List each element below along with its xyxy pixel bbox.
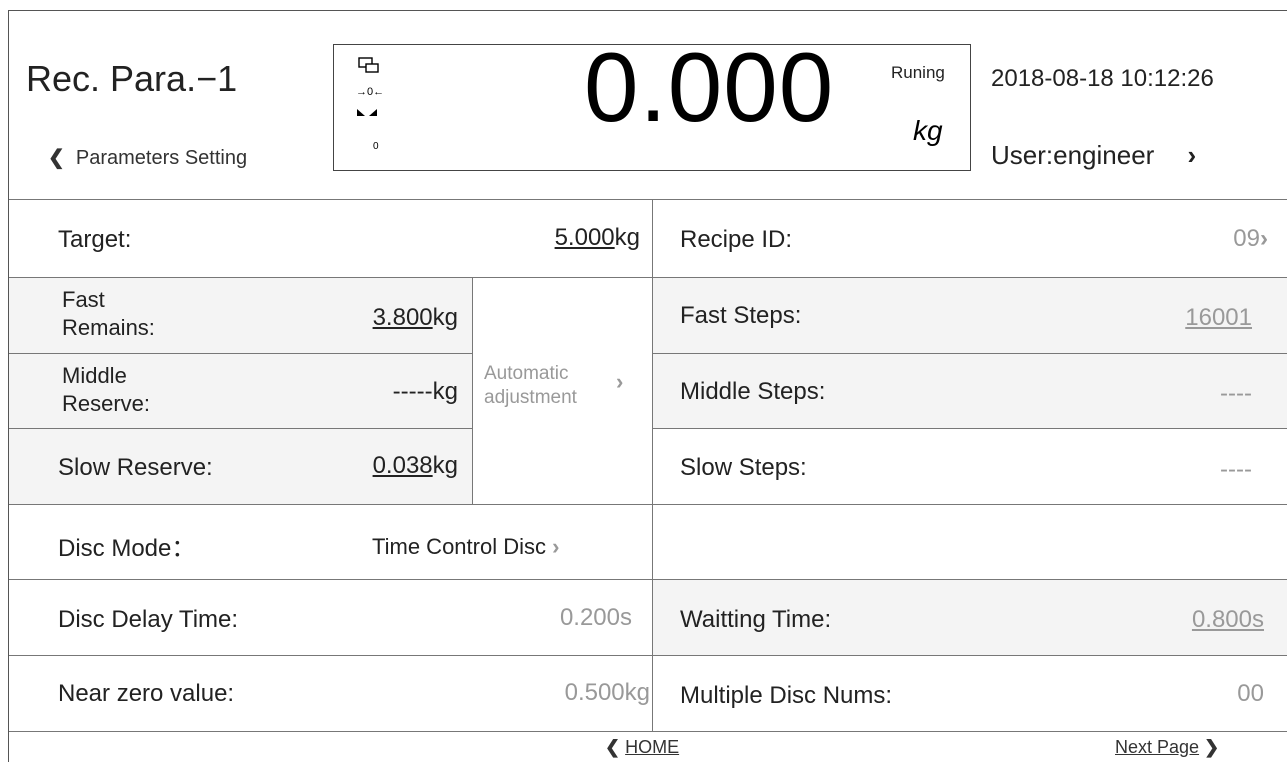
target-label: Target: bbox=[58, 226, 132, 253]
divider bbox=[9, 504, 1287, 505]
chevron-right-icon: › bbox=[552, 534, 560, 559]
middle-reserve-unit: kg bbox=[432, 378, 458, 405]
divider bbox=[9, 353, 472, 354]
page-title: Rec. Para.−1 bbox=[26, 58, 238, 99]
disc-delay-value[interactable]: 0.200s bbox=[440, 604, 632, 632]
fast-remains-field[interactable]: 3.800kg bbox=[300, 304, 458, 332]
chevron-left-icon: ❮ bbox=[605, 737, 621, 757]
middle-reserve-label: Middle Reserve: bbox=[62, 363, 151, 416]
recipe-id-field[interactable]: 09› bbox=[1100, 225, 1268, 253]
slow-reserve-field[interactable]: 0.038kg bbox=[300, 452, 458, 480]
slow-reserve-label: Slow Reserve: bbox=[58, 454, 213, 481]
weight-unit: kg bbox=[913, 115, 943, 146]
chevron-right-icon: › bbox=[1187, 140, 1197, 170]
target-field[interactable]: 5.000kg bbox=[440, 224, 640, 252]
fast-remains-unit: kg bbox=[432, 304, 458, 331]
disc-mode-value: Time Control Disc bbox=[372, 534, 546, 559]
divider bbox=[472, 277, 473, 504]
recipe-id-label: Recipe ID: bbox=[680, 226, 793, 253]
multiple-disc-label: Multiple Disc Nums: bbox=[680, 682, 893, 709]
slow-reserve-unit: kg bbox=[432, 452, 458, 479]
near-zero-value[interactable]: 0.500kg bbox=[440, 679, 650, 707]
chevron-right-icon: ❯ bbox=[1204, 737, 1220, 757]
multiple-disc-value[interactable]: 00 bbox=[1100, 680, 1264, 708]
waiting-time-value[interactable]: 0.800s bbox=[1080, 606, 1264, 634]
fast-remains-label: Fast Remains: bbox=[62, 287, 155, 340]
divider bbox=[652, 199, 653, 731]
chevron-left-icon: ❮ bbox=[48, 147, 65, 169]
middle-reserve-value: ----- bbox=[392, 378, 433, 405]
monitor-icon bbox=[358, 57, 379, 73]
middle-steps-value[interactable]: ---- bbox=[1080, 380, 1252, 408]
home-link[interactable]: ❮ HOME bbox=[605, 737, 679, 758]
automatic-adjustment-button[interactable]: Automatic adjustment › bbox=[484, 362, 644, 410]
slow-reserve-value: 0.038 bbox=[372, 452, 433, 479]
stable-icon bbox=[357, 109, 377, 116]
divider bbox=[9, 655, 1287, 656]
chevron-right-icon: › bbox=[616, 369, 624, 394]
next-page-label: Next Page bbox=[1115, 737, 1200, 757]
disc-mode-label: Disc Mode： bbox=[58, 535, 196, 562]
recipe-id-value: 09 bbox=[1233, 225, 1260, 252]
status-text: Runing bbox=[891, 63, 945, 82]
divider bbox=[652, 428, 1287, 429]
divider bbox=[9, 579, 1287, 580]
divider bbox=[9, 428, 472, 429]
range-indicator: 0 bbox=[373, 141, 379, 152]
slow-steps-value[interactable]: ---- bbox=[1080, 456, 1252, 484]
disc-mode-select[interactable]: Time Control Disc › bbox=[372, 534, 559, 560]
slow-steps-label: Slow Steps: bbox=[680, 454, 807, 481]
divider bbox=[9, 199, 1287, 200]
weight-value: 0.000 bbox=[584, 32, 835, 142]
next-page-link[interactable]: Next Page ❯ bbox=[1115, 737, 1219, 758]
middle-steps-label: Middle Steps: bbox=[680, 378, 826, 405]
divider bbox=[9, 731, 1287, 732]
fast-steps-value[interactable]: 16001 bbox=[1080, 304, 1252, 332]
near-zero-label: Near zero value: bbox=[58, 680, 235, 707]
target-value: 5.000 bbox=[554, 224, 615, 251]
chevron-right-icon: › bbox=[1260, 225, 1268, 252]
disc-delay-label: Disc Delay Time: bbox=[58, 606, 239, 633]
fast-remains-value: 3.800 bbox=[372, 304, 433, 331]
middle-reserve-field[interactable]: -----kg bbox=[300, 378, 458, 406]
user-menu[interactable]: User:engineer › bbox=[991, 140, 1196, 171]
parameters-setting-link[interactable]: ❮ Parameters Setting bbox=[48, 145, 247, 170]
zero-center-icon: →0← bbox=[356, 86, 385, 98]
target-unit: kg bbox=[614, 224, 640, 251]
user-label: User:engineer bbox=[991, 140, 1155, 170]
waiting-time-label: Waitting Time: bbox=[680, 606, 832, 633]
weight-display: →0← 0 0.000 Runing kg bbox=[333, 32, 971, 171]
datetime: 2018-08-18 10:12:26 bbox=[991, 65, 1214, 92]
fast-steps-label: Fast Steps: bbox=[680, 302, 802, 329]
divider bbox=[652, 353, 1287, 354]
divider bbox=[9, 277, 1287, 278]
home-label: HOME bbox=[625, 737, 680, 757]
back-link-label: Parameters Setting bbox=[75, 147, 248, 169]
